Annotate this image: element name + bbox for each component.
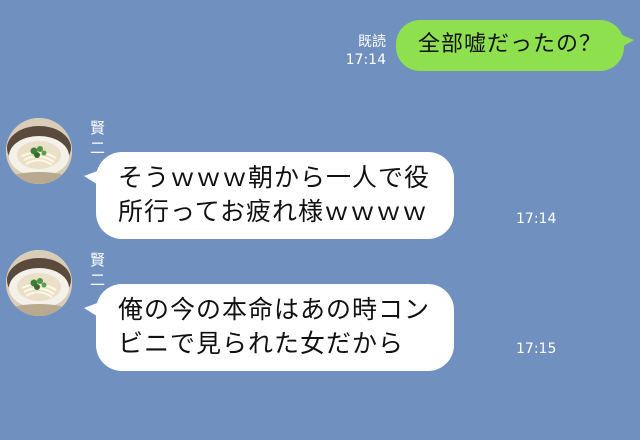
read-status: 既読	[357, 34, 386, 50]
message-time: 17:14	[516, 211, 557, 227]
message-line: 俺の今の本命はあの時コン	[118, 295, 431, 324]
message-line: 所行ってお疲れ様ｗｗｗｗ	[118, 197, 429, 226]
chat-thread: 既読 17:14 全部嘘だったの？ 賢二 そうｗｗｗ朝から一人で役 所行ってお疲	[0, 0, 640, 440]
sender-name: 賢二	[90, 251, 106, 289]
message-line: ビニで見られた女だから	[118, 329, 405, 358]
sender-name: 賢二	[90, 119, 106, 157]
avatar[interactable]	[6, 118, 72, 184]
incoming-bubble[interactable]: 俺の今の本命はあの時コン ビニで見られた女だから	[83, 284, 455, 371]
outgoing-bubble[interactable]: 全部嘘だったの？	[395, 20, 635, 71]
udon-bowl-icon	[6, 118, 72, 184]
incoming-bubble[interactable]: そうｗｗｗ朝から一人で役 所行ってお疲れ様ｗｗｗｗ	[83, 152, 455, 239]
outgoing-message: 既読 17:14 全部嘘だったの？	[346, 20, 635, 71]
udon-bowl-icon	[6, 250, 72, 316]
message-meta: 既読 17:14	[346, 33, 386, 69]
avatar[interactable]	[6, 250, 72, 316]
message-time: 17:14	[345, 52, 386, 68]
message-time: 17:15	[516, 341, 557, 357]
message-line: そうｗｗｗ朝から一人で役	[118, 163, 431, 192]
